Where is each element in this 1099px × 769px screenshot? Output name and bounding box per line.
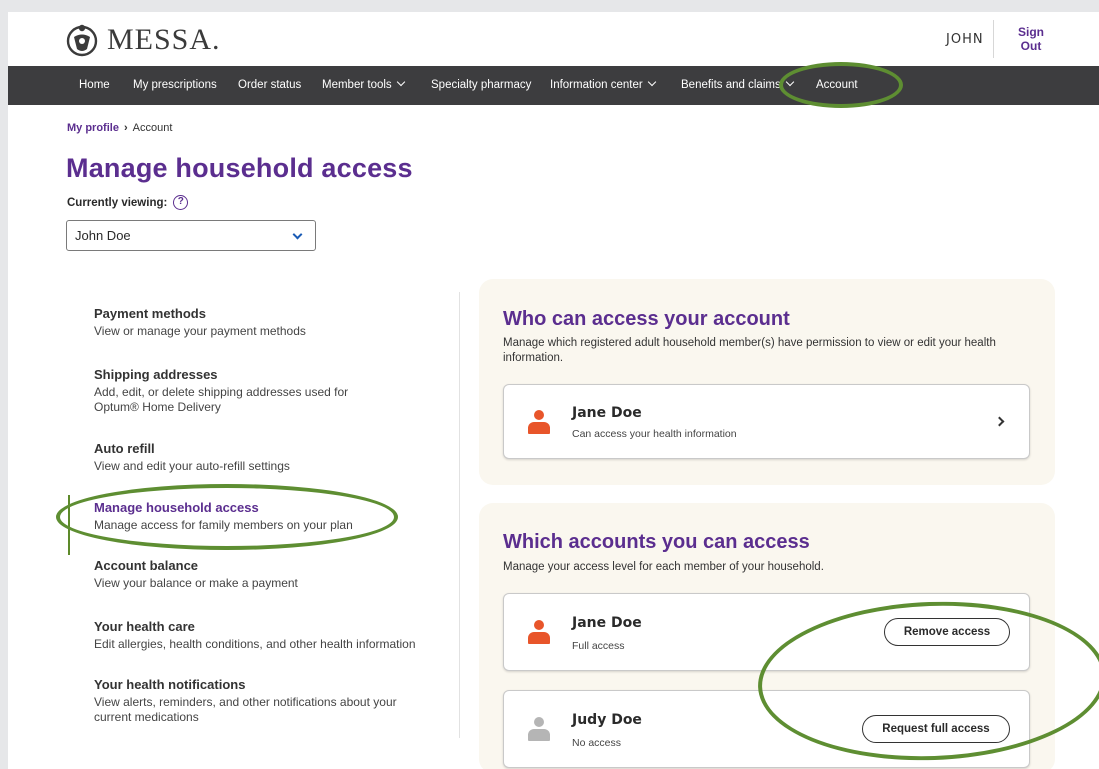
side-item-title: Shipping addresses (94, 367, 218, 382)
nav-home[interactable]: Home (79, 66, 110, 105)
nav-account[interactable]: Account (816, 66, 858, 105)
side-item-auto-refill[interactable]: Auto refill View and edit your auto-refi… (94, 441, 454, 474)
side-item-shipping-addresses[interactable]: Shipping addresses Add, edit, or delete … (94, 367, 454, 415)
side-item-title: Account balance (94, 558, 199, 573)
top-header: MESSA. JOHN Sign Out (8, 12, 1099, 66)
member-name: Judy Doe (572, 712, 642, 728)
main-nav: Home My prescriptions Order status Membe… (8, 66, 1099, 105)
side-item-desc: View and edit your auto-refill settings (94, 459, 290, 473)
messa-logo-icon (66, 24, 98, 57)
person-icon (528, 717, 550, 741)
active-indicator (68, 495, 70, 555)
who-can-access-card: Who can access your account Manage which… (479, 279, 1055, 485)
side-item-desc: Add, edit, or delete shipping addresses … (94, 385, 349, 414)
side-item-your-health-care[interactable]: Your health care Edit allergies, health … (94, 619, 454, 652)
chevron-down-icon (396, 77, 405, 87)
chevron-down-icon (785, 77, 794, 87)
person-icon (528, 620, 550, 644)
currently-viewing-label: Currently viewing: ? (67, 195, 189, 210)
nav-label: Member tools (322, 79, 392, 91)
side-item-desc: Manage access for family members on your… (94, 518, 353, 532)
selected-member: John Doe (75, 228, 131, 243)
help-icon[interactable]: ? (173, 195, 189, 210)
side-item-title: Your health notifications (94, 677, 246, 692)
side-item-title: Auto refill (94, 441, 155, 456)
sign-out-link[interactable]: Sign Out (1011, 25, 1051, 53)
who-can-access-subtitle: Manage which registered adult household … (503, 337, 996, 364)
breadcrumb-current: Account (132, 122, 173, 134)
remove-access-button[interactable]: Remove access (884, 618, 1010, 646)
breadcrumb-separator-icon: › (123, 122, 128, 134)
nav-label: My prescriptions (133, 79, 217, 91)
side-item-desc: View or manage your payment methods (94, 324, 306, 338)
nav-label: Specialty pharmacy (431, 79, 532, 91)
header-divider (993, 20, 994, 58)
currently-viewing-select[interactable]: John Doe (66, 220, 316, 251)
side-item-desc: View your balance or make a payment (94, 576, 298, 590)
side-item-title: Payment methods (94, 306, 206, 321)
which-accounts-title: Which accounts you can access (503, 531, 810, 553)
account-member-row: Jane Doe Full access Remove access (503, 593, 1030, 671)
request-full-access-button[interactable]: Request full access (862, 715, 1010, 743)
access-member-row[interactable]: Jane Doe Can access your health informat… (503, 384, 1030, 459)
chevron-down-icon (647, 77, 656, 87)
side-item-title: Your health care (94, 619, 195, 634)
page: MESSA. JOHN Sign Out Home My prescriptio… (8, 12, 1099, 769)
side-item-your-health-notifications[interactable]: Your health notifications View alerts, r… (94, 677, 454, 725)
nav-label: Benefits and claims (681, 79, 781, 91)
chevron-down-icon (292, 229, 303, 240)
account-member-row: Judy Doe No access Request full access (503, 690, 1030, 768)
person-icon (528, 410, 550, 434)
side-item-desc: View alerts, reminders, and other notifi… (94, 695, 397, 724)
page-title: Manage household access (66, 153, 413, 183)
member-status: No access (572, 737, 622, 749)
messa-logo[interactable]: MESSA. (65, 23, 221, 57)
currently-viewing-text: Currently viewing: (67, 196, 168, 209)
breadcrumb: My profile › Account (67, 122, 172, 134)
logo-text: MESSA. (107, 23, 221, 56)
which-accounts-card: Which accounts you can access Manage you… (479, 503, 1055, 769)
chevron-right-icon (994, 416, 1005, 427)
nav-my-prescriptions[interactable]: My prescriptions (133, 66, 217, 105)
which-accounts-subtitle: Manage your access level for each member… (503, 561, 824, 573)
nav-member-tools[interactable]: Member tools (322, 66, 405, 105)
side-item-desc: Edit allergies, health conditions, and o… (94, 637, 416, 651)
nav-label: Order status (238, 79, 302, 91)
nav-label: Information center (550, 79, 643, 91)
who-can-access-title: Who can access your account (503, 308, 790, 330)
member-name: Jane Doe (572, 405, 642, 421)
side-item-manage-household-access[interactable]: Manage household access Manage access fo… (94, 500, 454, 533)
breadcrumb-my-profile[interactable]: My profile (67, 122, 119, 134)
nav-information-center[interactable]: Information center (550, 66, 656, 105)
side-item-payment-methods[interactable]: Payment methods View or manage your paym… (94, 306, 454, 339)
nav-specialty-pharmacy[interactable]: Specialty pharmacy (431, 66, 531, 105)
member-status: Full access (572, 640, 625, 652)
side-divider (459, 292, 460, 738)
nav-order-status[interactable]: Order status (238, 66, 301, 105)
member-status: Can access your health information (572, 428, 737, 440)
nav-benefits-and-claims[interactable]: Benefits and claims (681, 66, 794, 105)
side-item-title: Manage household access (94, 500, 259, 515)
side-item-account-balance[interactable]: Account balance View your balance or mak… (94, 558, 454, 591)
user-name[interactable]: JOHN (946, 32, 984, 47)
nav-label: Account (816, 79, 858, 91)
member-name: Jane Doe (572, 615, 642, 631)
nav-label: Home (79, 79, 110, 91)
